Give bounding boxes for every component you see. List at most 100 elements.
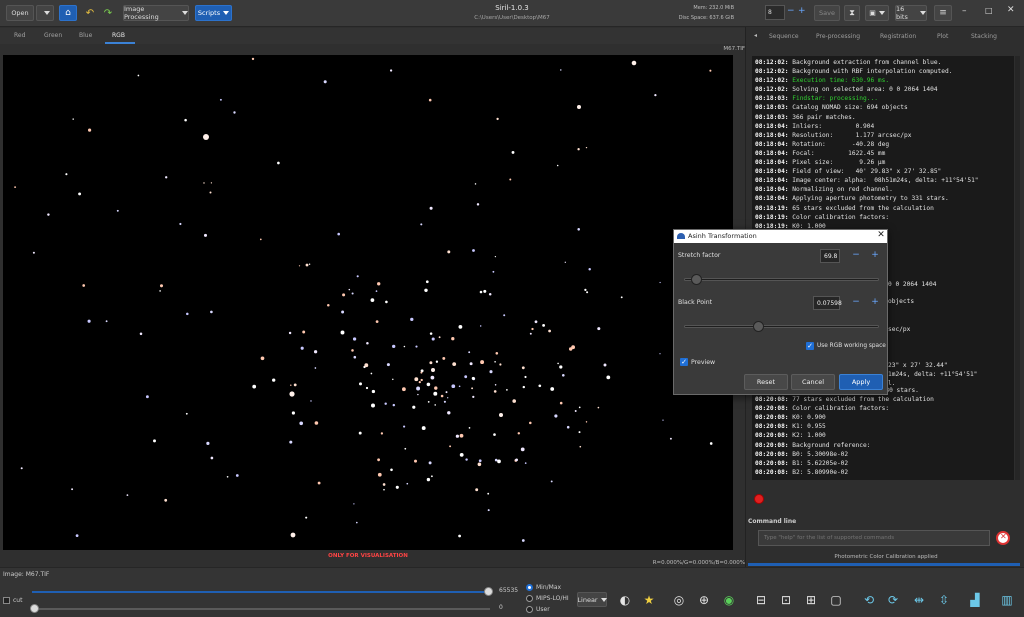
- snapshot-button[interactable]: ▣: [865, 5, 889, 21]
- rotate-left-icon[interactable]: ⟲: [860, 591, 878, 609]
- chevron-down-icon: [920, 11, 926, 15]
- scale-menu[interactable]: Linear: [577, 592, 607, 607]
- console-scrollbar[interactable]: [1015, 56, 1020, 480]
- star: [597, 327, 601, 331]
- star: [445, 391, 448, 394]
- image-canvas[interactable]: [3, 55, 733, 550]
- tab-rgb[interactable]: RGB: [112, 32, 125, 39]
- tab-green[interactable]: Green: [44, 32, 62, 39]
- main-menu-button[interactable]: ≡: [934, 5, 952, 21]
- cut-checkbox[interactable]: [3, 597, 10, 604]
- mirror-y-icon[interactable]: ⇳: [935, 591, 953, 609]
- star: [495, 352, 499, 355]
- log-line-partial: 23" x 27' 32.44": [888, 362, 948, 369]
- star: [420, 223, 423, 226]
- maximize-button[interactable]: □: [985, 6, 993, 15]
- cancel-button[interactable]: Cancel: [791, 374, 835, 390]
- tab-blue[interactable]: Blue: [79, 32, 92, 39]
- minimize-button[interactable]: –: [962, 6, 967, 16]
- radio-mips[interactable]: [526, 595, 533, 602]
- max-slider-knob[interactable]: [484, 587, 493, 596]
- star: [415, 345, 418, 348]
- star: [389, 69, 393, 72]
- recent-files-button[interactable]: [36, 5, 54, 21]
- black-point-decrement-button[interactable]: −: [850, 297, 862, 309]
- star: [353, 355, 357, 359]
- image-processing-menu[interactable]: Image Processing: [123, 5, 189, 21]
- globe-icon[interactable]: ⊕: [695, 591, 713, 609]
- star: [293, 383, 297, 387]
- stop-processing-button[interactable]: [754, 494, 764, 504]
- black-point-slider-track[interactable]: [684, 325, 879, 328]
- dialog-titlebar[interactable]: Asinh Transformation ✕: [674, 230, 887, 243]
- command-input[interactable]: [758, 530, 990, 546]
- thread-increment-button[interactable]: +: [798, 6, 806, 16]
- star: [298, 265, 301, 267]
- star: [475, 488, 479, 492]
- target-icon[interactable]: ◉: [720, 591, 738, 609]
- color-picker-icon[interactable]: ◎: [670, 591, 688, 609]
- min-slider-track[interactable]: [32, 608, 490, 610]
- star: [479, 325, 482, 327]
- scripts-menu[interactable]: Scripts: [195, 5, 232, 21]
- zoom-out-icon[interactable]: ⊟: [752, 591, 770, 609]
- tab-sequence[interactable]: Sequence: [769, 33, 799, 40]
- histogram-icon[interactable]: ▟: [966, 591, 984, 609]
- apply-button[interactable]: Apply: [839, 374, 883, 390]
- rgb-working-space-checkbox[interactable]: ✓: [806, 342, 814, 350]
- star: [186, 312, 189, 316]
- preview-checkbox[interactable]: ✓: [680, 358, 688, 366]
- tab-plot[interactable]: Plot: [937, 33, 948, 40]
- home-button[interactable]: ⌂: [59, 5, 77, 21]
- zoom-fit-icon[interactable]: ⊡: [777, 591, 795, 609]
- reset-button[interactable]: Reset: [744, 374, 788, 390]
- min-slider-knob[interactable]: [30, 604, 39, 613]
- stretch-slider-track[interactable]: [684, 278, 879, 281]
- negative-view-icon[interactable]: ◐: [616, 591, 634, 609]
- radio-user[interactable]: [526, 606, 533, 613]
- close-window-button[interactable]: ✕: [1007, 5, 1015, 15]
- tab-registration[interactable]: Registration: [880, 33, 916, 40]
- bit-depth-menu[interactable]: 16 bits: [895, 5, 927, 21]
- rotate-right-icon[interactable]: ⟳: [884, 591, 902, 609]
- log-message: B0: 5.30098e-02: [788, 450, 849, 458]
- star: [259, 238, 262, 241]
- chevron-down-icon: [878, 11, 885, 15]
- panel-arrow-icon[interactable]: ◂: [754, 32, 760, 40]
- star: [289, 440, 293, 444]
- log-line: 08:18:04: Resolution: 1.177 arcsec/px: [755, 131, 1011, 140]
- open-button[interactable]: Open: [6, 5, 34, 21]
- star: [431, 337, 435, 341]
- clear-command-button[interactable]: [996, 531, 1010, 545]
- tab-pre-processing[interactable]: Pre-processing: [816, 33, 860, 40]
- radio-minmax[interactable]: [526, 584, 533, 591]
- zoom-in-icon[interactable]: ⊞: [802, 591, 820, 609]
- stretch-increment-button[interactable]: +: [869, 250, 881, 262]
- undo-button[interactable]: ↶: [82, 5, 98, 21]
- bright-star: [290, 532, 296, 538]
- statistics-icon[interactable]: ▥: [998, 591, 1016, 609]
- star: [300, 346, 304, 350]
- max-slider-track[interactable]: [32, 591, 490, 593]
- dialog-close-button[interactable]: ✕: [875, 230, 887, 240]
- save-button[interactable]: Save: [814, 5, 840, 21]
- stretch-factor-field[interactable]: 69.8: [820, 249, 840, 263]
- zoom-one-icon[interactable]: ▢: [827, 591, 845, 609]
- tab-red[interactable]: Red: [14, 32, 25, 39]
- stretch-decrement-button[interactable]: −: [850, 250, 862, 262]
- color-saturation-icon[interactable]: ★: [640, 591, 658, 609]
- cut-label: cut: [13, 597, 23, 604]
- redo-button[interactable]: ↷: [100, 5, 116, 21]
- tab-stacking[interactable]: Stacking: [971, 33, 997, 40]
- save-as-button[interactable]: ⧗: [844, 5, 860, 21]
- thread-count-field[interactable]: 8: [765, 5, 785, 20]
- mirror-x-icon[interactable]: ⇹: [910, 591, 928, 609]
- star: [403, 345, 406, 348]
- black-point-increment-button[interactable]: +: [869, 297, 881, 309]
- star: [299, 421, 304, 426]
- black-point-slider-knob[interactable]: [753, 321, 765, 332]
- black-point-field[interactable]: 0.07598: [813, 296, 842, 310]
- thread-decrement-button[interactable]: −: [787, 6, 795, 16]
- log-timestamp: 08:18:19:: [755, 213, 789, 221]
- stretch-slider-knob[interactable]: [690, 274, 702, 285]
